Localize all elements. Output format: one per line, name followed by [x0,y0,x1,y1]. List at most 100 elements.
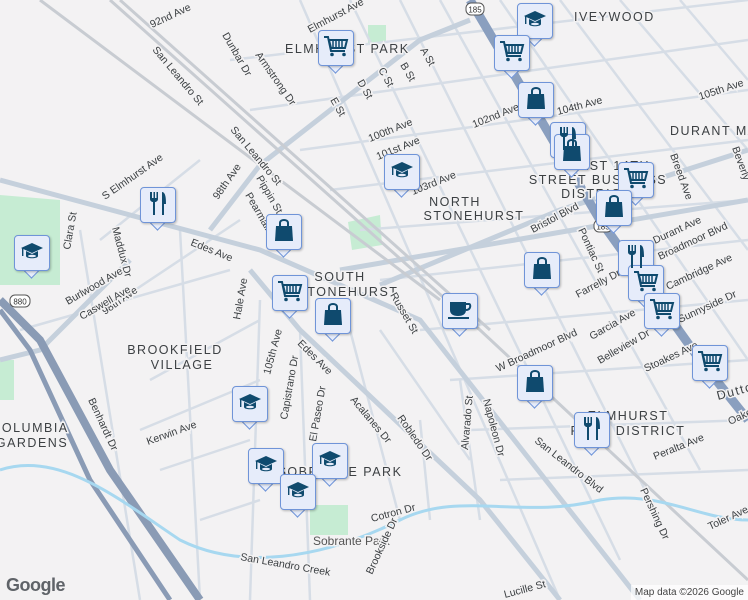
marker-box [248,448,284,484]
svg-text:Dunbar Dr: Dunbar Dr [219,31,254,79]
map-attribution[interactable]: Map data ©2026 Google [630,585,748,600]
svg-text:Hale Ave: Hale Ave [231,277,250,320]
google-logo: Google [6,575,66,595]
svg-text:Lucille St: Lucille St [503,578,547,600]
svg-text:VILLAGE: VILLAGE [151,358,214,372]
route-185-shield: 185 [465,2,485,16]
marker-box [596,190,632,226]
marker-box [442,293,478,329]
svg-text:Benhardt Dr: Benhardt Dr [85,396,120,453]
svg-text:IVEYWOOD: IVEYWOOD [574,10,655,24]
svg-text:105th Ave: 105th Ave [261,328,285,376]
svg-text:Acalanes Dr: Acalanes Dr [348,394,394,446]
svg-text:185: 185 [468,6,482,15]
cart-icon [649,297,675,326]
bag-marker[interactable] [596,190,632,236]
svg-text:105th Ave: 105th Ave [697,77,745,103]
restaurant-icon [147,190,169,221]
svg-text:C St: C St [375,66,396,90]
marker-box [318,30,354,66]
svg-text:DURANT MA: DURANT MA [670,124,748,138]
svg-text:GARDENS: GARDENS [0,436,68,450]
route-880-shield: 880 [9,294,31,308]
marker-box [517,3,553,39]
marker-box [384,154,420,190]
marker-box [574,412,610,448]
school-icon [254,453,278,480]
svg-text:Cambridge Ave: Cambridge Ave [664,252,734,293]
svg-text:Alvarado St: Alvarado St [459,395,476,450]
svg-text:92nd Ave: 92nd Ave [148,1,193,30]
bag-icon [531,256,553,285]
bag-marker[interactable] [524,252,560,298]
cart-marker[interactable] [318,30,354,76]
svg-text:Armstrong Dr: Armstrong Dr [253,50,299,108]
map-canvas[interactable]: 185 185 880 ELMHURST PARK IVEYWOOD DURAN… [0,0,748,600]
svg-text:SOUTH: SOUTH [314,270,365,284]
svg-text:102nd Ave: 102nd Ave [471,101,521,131]
svg-text:A St: A St [417,46,437,69]
school-marker[interactable] [248,448,284,494]
cart-marker[interactable] [644,293,680,339]
school-marker[interactable] [232,386,268,432]
bag-icon [525,86,547,115]
cart-marker[interactable] [272,275,308,321]
svg-text:Capistrano Dr: Capistrano Dr [278,354,301,420]
svg-text:STONEHURST: STONEHURST [424,209,525,223]
svg-text:Clara St: Clara St [61,211,79,251]
marker-box [14,235,50,271]
svg-text:El Paseo Dr: El Paseo Dr [307,385,329,443]
cart-icon [697,349,723,378]
svg-text:Robledo Dr: Robledo Dr [395,413,436,464]
restaurant-marker[interactable] [140,187,176,233]
bag-icon [561,138,583,167]
svg-text:Russet St: Russet St [387,291,420,336]
restaurant-marker[interactable] [574,412,610,458]
marker-box [312,443,348,479]
school-marker[interactable] [280,474,316,520]
bag-marker[interactable] [517,365,553,411]
svg-text:Toler Ave: Toler Ave [706,504,748,533]
school-marker[interactable] [384,154,420,200]
marker-box [524,252,560,288]
restaurant-icon [581,415,603,446]
school-marker[interactable] [312,443,348,489]
bag-icon [322,302,344,331]
school-icon [318,448,342,475]
cart-icon [323,34,349,63]
bag-marker[interactable] [518,82,554,128]
marker-box [644,293,680,329]
school-marker[interactable] [14,235,50,281]
marker-box [272,275,308,311]
svg-text:NORTH: NORTH [429,195,481,209]
marker-box [494,35,530,71]
bag-icon [603,194,625,223]
bag-icon [273,218,295,247]
svg-text:B St: B St [397,61,417,84]
school-icon [523,8,547,35]
bag-marker[interactable] [266,214,302,260]
marker-box [315,298,351,334]
marker-box [692,345,728,381]
cart-marker[interactable] [692,345,728,391]
marker-box [232,386,268,422]
school-icon [390,159,414,186]
bag-marker[interactable] [315,298,351,344]
cart-marker[interactable] [494,35,530,81]
cart-icon [277,279,303,308]
coffee-icon [447,298,473,325]
school-icon [238,391,262,418]
marker-box [140,187,176,223]
svg-text:BROOKFIELD: BROOKFIELD [127,343,223,357]
svg-text:880: 880 [13,298,27,307]
cart-icon [499,39,525,68]
coffee-marker[interactable] [442,293,478,339]
svg-text:STONEHURST: STONEHURST [298,285,399,299]
svg-text:COLUMBIA: COLUMBIA [0,421,69,435]
marker-box [517,365,553,401]
bag-icon [524,369,546,398]
school-icon [286,479,310,506]
marker-box [280,474,316,510]
marker-box [266,214,302,250]
marker-box [518,82,554,118]
